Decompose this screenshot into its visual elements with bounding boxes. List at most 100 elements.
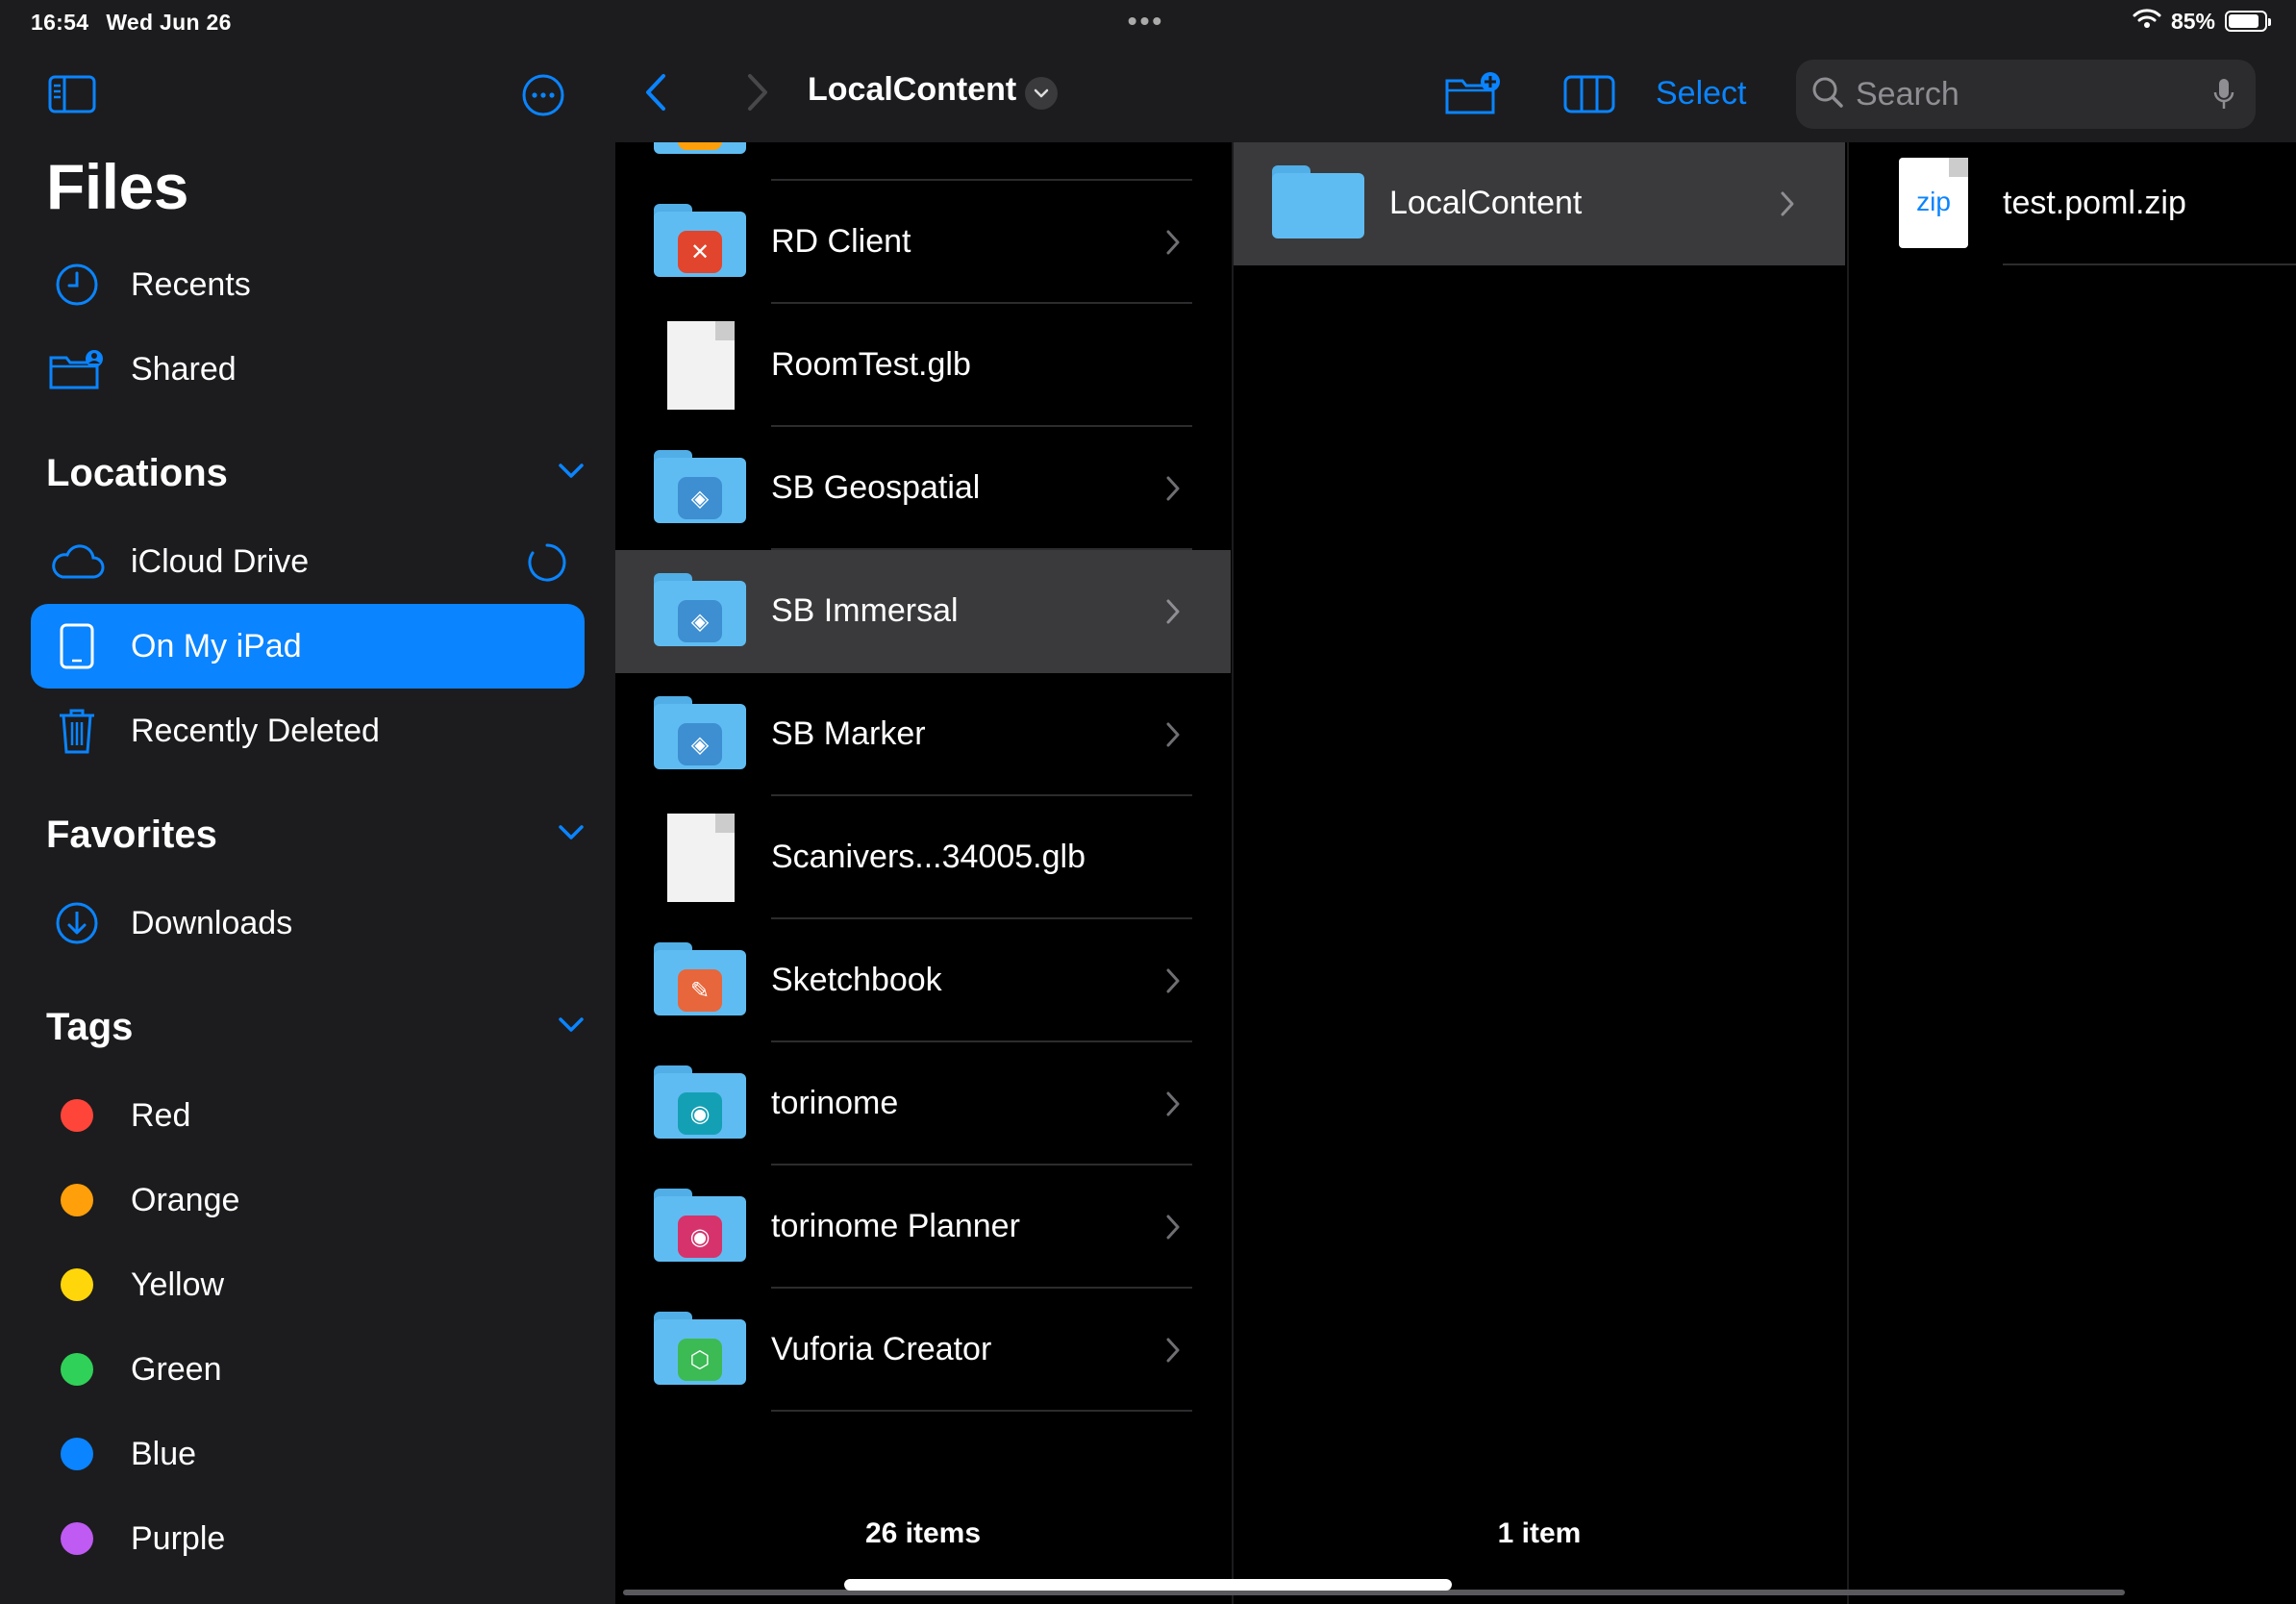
item-name: SB Marker <box>771 715 926 752</box>
list-item[interactable]: ✎ Sketchbook <box>615 919 1231 1042</box>
sidebar-item-label: Downloads <box>131 904 293 941</box>
sidebar: Files Recents Shared Locations iCloud Dr… <box>0 0 615 1604</box>
battery-icon <box>2225 11 2271 32</box>
folder-icon <box>1272 165 1368 242</box>
item-count: 26 items <box>864 1517 982 1549</box>
microphone-icon[interactable] <box>2213 77 2234 116</box>
home-indicator[interactable] <box>844 1579 1452 1591</box>
browser-column-2: LocalContent 1 item <box>1232 142 1845 1604</box>
sidebar-tag-red[interactable]: Red <box>31 1073 585 1158</box>
list-item[interactable]: ✕ RD Client <box>615 181 1231 304</box>
app-badge-icon: ◈ <box>678 477 722 519</box>
app-badge-icon: ⬡ <box>678 1339 722 1381</box>
list-item[interactable]: ◈ SB Immersal <box>615 550 1231 673</box>
forward-chevron-icon[interactable] <box>746 73 769 116</box>
app-badge-icon: ◈ <box>678 723 722 765</box>
folder-icon: ◉ <box>654 1189 750 1266</box>
wifi-icon <box>2133 8 2161 35</box>
app-badge-icon: ◈ <box>678 600 722 642</box>
title-menu-chevron-icon[interactable] <box>1025 77 1058 110</box>
list-item[interactable]: RoomTest.glb <box>615 304 1231 427</box>
section-heading: Locations <box>46 452 228 494</box>
list-item[interactable]: zip test.poml.zip <box>1849 142 2296 265</box>
chevron-right-icon <box>1165 967 1181 999</box>
chevron-right-icon <box>1165 1337 1181 1368</box>
sidebar-item-label: Green <box>131 1350 222 1388</box>
folder-icon: ◈ <box>654 450 750 527</box>
sidebar-item-label: Recently Deleted <box>131 712 380 749</box>
item-name: torinome Planner <box>771 1208 1020 1244</box>
sidebar-toggle-icon[interactable] <box>48 75 96 118</box>
trash-icon <box>40 707 113 755</box>
sidebar-item-icloud-drive[interactable]: iCloud Drive <box>31 519 585 604</box>
item-name: test.poml.zip <box>2003 185 2186 221</box>
sidebar-item-downloads[interactable]: Downloads <box>31 881 585 965</box>
item-name: Scanivers...34005.glb <box>771 839 1086 875</box>
sidebar-item-on-my-ipad[interactable]: On My iPad <box>31 604 585 689</box>
list-item[interactable]: ⬡ Vuforia Creator <box>615 1289 1231 1412</box>
sidebar-title: Files <box>46 151 188 222</box>
sidebar-item-label: Recents <box>131 265 251 303</box>
chevron-down-icon[interactable] <box>558 1016 585 1039</box>
sidebar-item-label: Purple <box>131 1519 226 1557</box>
section-heading: Favorites <box>46 814 217 856</box>
tags-section-header[interactable]: Tags <box>46 1006 585 1049</box>
sidebar-tag-orange[interactable]: Orange <box>31 1158 585 1242</box>
favorites-section-header[interactable]: Favorites <box>46 814 585 857</box>
new-folder-icon[interactable] <box>1444 71 1502 120</box>
list-item[interactable]: ◈ SB Geospatial <box>615 427 1231 550</box>
sidebar-item-recents[interactable]: Recents <box>31 242 585 327</box>
zip-file-icon: zip <box>1899 158 1968 248</box>
list-item[interactable] <box>615 142 1231 181</box>
locations-section-header[interactable]: Locations <box>46 452 585 495</box>
sidebar-tag-yellow[interactable]: Yellow <box>31 1242 585 1327</box>
back-chevron-icon[interactable] <box>644 73 667 116</box>
toolbar: LocalContent Select <box>615 0 2296 142</box>
folder-icon: ◉ <box>654 1065 750 1142</box>
browser-column-3: zip test.poml.zip <box>1847 142 2296 1604</box>
chevron-right-icon <box>1165 1090 1181 1122</box>
list-item[interactable]: ◈ SB Marker <box>615 673 1231 796</box>
app-badge-icon: ◉ <box>678 1216 722 1258</box>
column-view-icon[interactable] <box>1563 75 1615 118</box>
sidebar-tag-purple[interactable]: Purple <box>31 1496 585 1581</box>
chevron-down-icon[interactable] <box>558 824 585 846</box>
search-input[interactable] <box>1856 75 2183 113</box>
status-time: 16:54 <box>31 10 89 35</box>
app-badge-icon: ✕ <box>678 231 722 273</box>
select-button[interactable]: Select <box>1656 75 1747 113</box>
list-item[interactable]: Scanivers...34005.glb <box>615 796 1231 919</box>
app-badge-icon: ◉ <box>678 1092 722 1135</box>
item-name: RoomTest.glb <box>771 346 971 383</box>
status-bar-right: 85% <box>2133 8 2271 35</box>
list-item[interactable]: ◉ torinome <box>615 1042 1231 1165</box>
search-icon <box>1811 76 1844 113</box>
document-icon <box>654 321 750 410</box>
cloud-icon <box>40 542 113 581</box>
sidebar-item-recently-deleted[interactable]: Recently Deleted <box>31 689 585 773</box>
sidebar-item-label: iCloud Drive <box>131 542 310 580</box>
item-name: RD Client <box>771 223 911 260</box>
chevron-right-icon <box>1165 475 1181 507</box>
more-options-icon[interactable] <box>521 73 565 122</box>
list-item[interactable]: LocalContent <box>1234 142 1845 265</box>
sidebar-item-shared[interactable]: Shared <box>31 327 585 412</box>
item-name: Sketchbook <box>771 962 942 998</box>
tag-color-dot <box>61 1184 93 1216</box>
tag-color-dot <box>61 1099 93 1132</box>
item-name: Vuforia Creator <box>771 1331 992 1367</box>
search-field[interactable] <box>1796 60 2256 129</box>
sidebar-item-label: Blue <box>131 1435 197 1472</box>
list-item[interactable]: ◉ torinome Planner <box>615 1165 1231 1289</box>
folder-icon: ✎ <box>654 942 750 1019</box>
folder-title[interactable]: LocalContent <box>808 71 1016 109</box>
sidebar-tag-green[interactable]: Green <box>31 1327 585 1412</box>
folder-icon: ◈ <box>654 696 750 773</box>
section-heading: Tags <box>46 1006 134 1048</box>
sync-spinner-icon <box>527 542 567 588</box>
multitasking-dots-icon[interactable]: ••• <box>1128 8 1164 35</box>
chevron-right-icon <box>1165 598 1181 630</box>
chevron-down-icon[interactable] <box>558 463 585 485</box>
sidebar-tag-blue[interactable]: Blue <box>31 1412 585 1496</box>
item-name: torinome <box>771 1085 899 1121</box>
